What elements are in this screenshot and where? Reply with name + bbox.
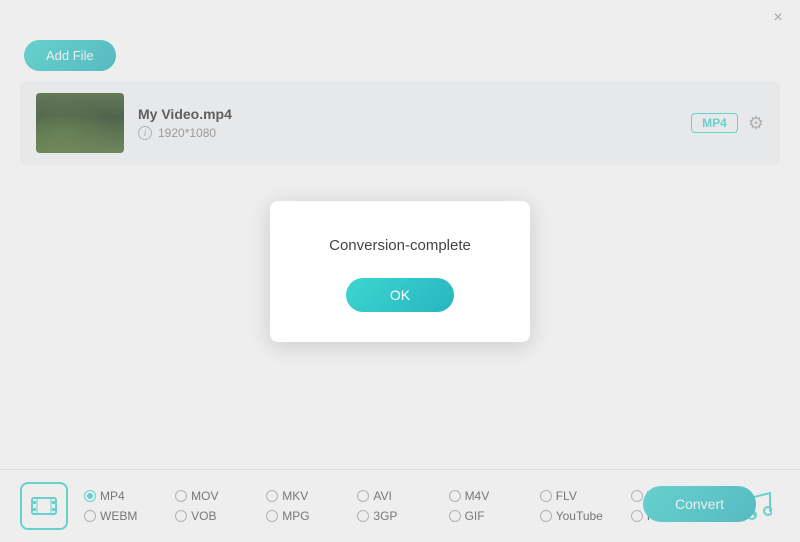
modal-title: Conversion-complete bbox=[300, 237, 500, 254]
modal-overlay: Conversion-complete OK bbox=[0, 0, 800, 542]
conversion-complete-modal: Conversion-complete OK bbox=[270, 201, 530, 342]
ok-button[interactable]: OK bbox=[346, 278, 454, 312]
